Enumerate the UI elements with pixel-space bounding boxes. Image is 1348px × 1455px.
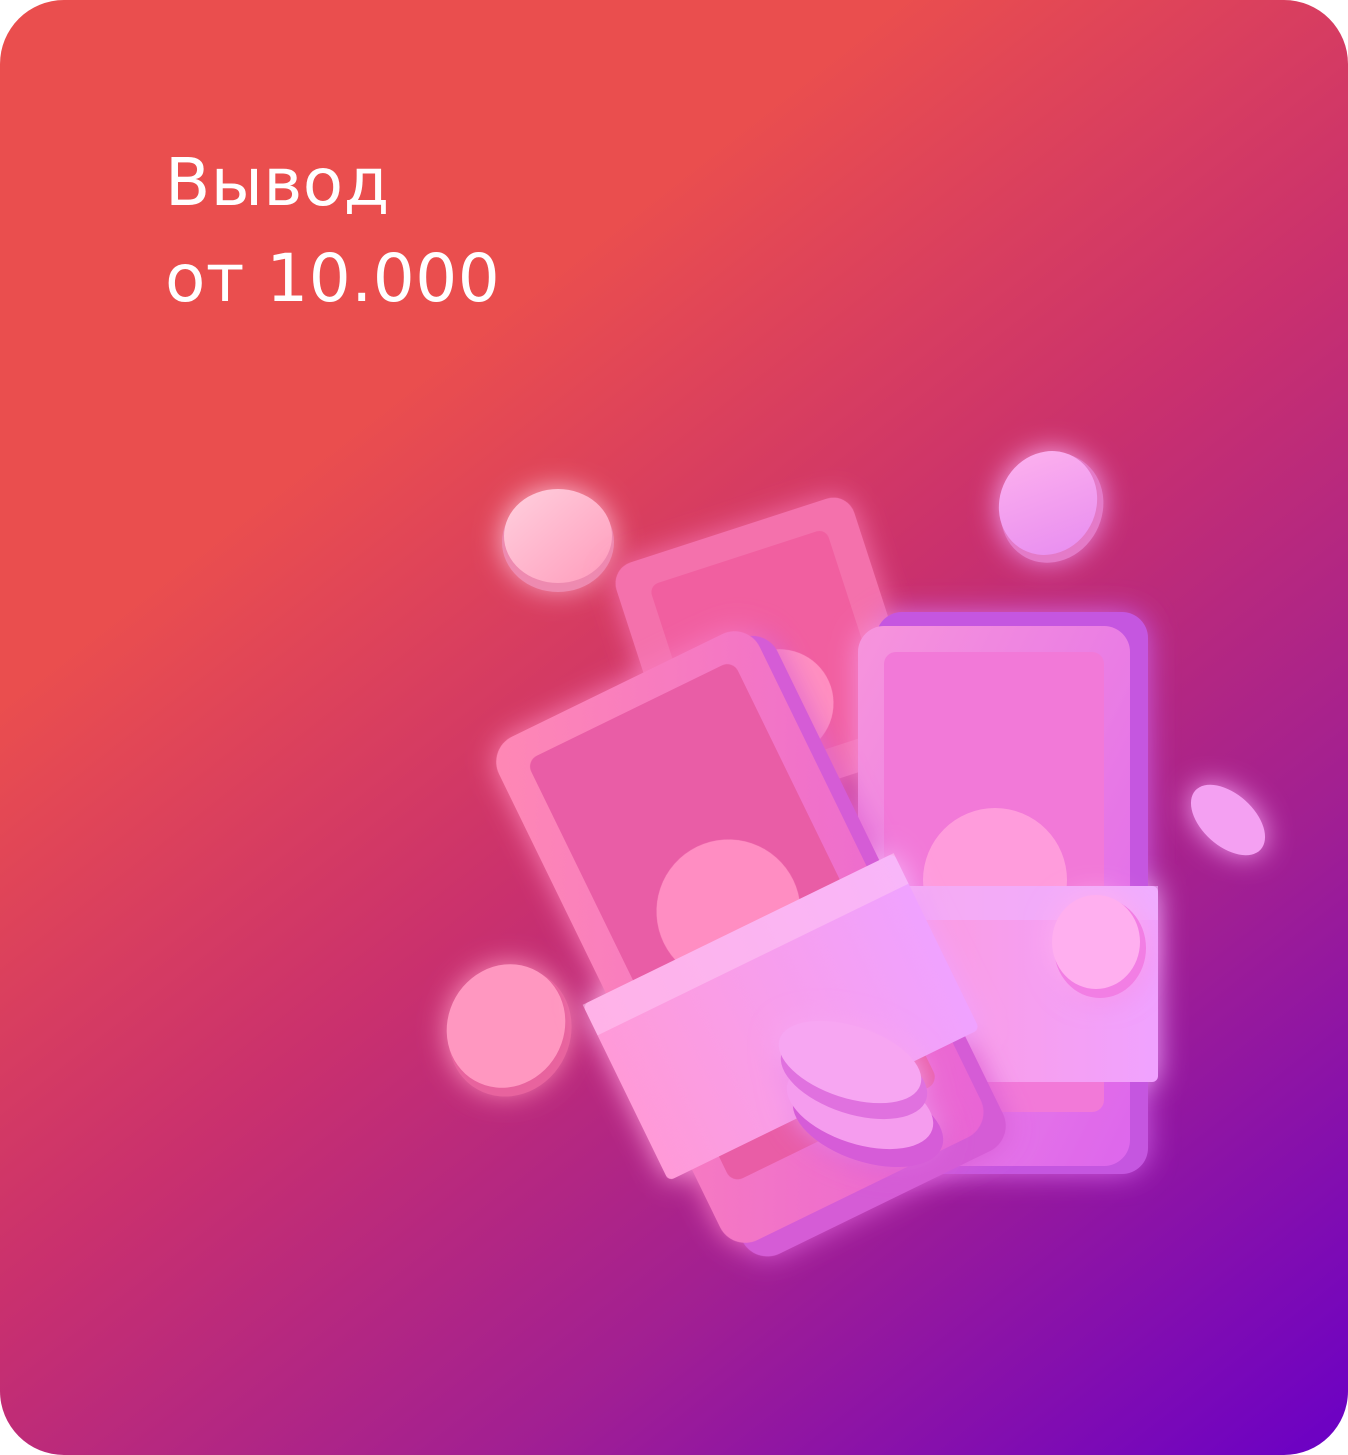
money-stacks-and-coins-icon	[446, 451, 1266, 1257]
promo-card[interactable]: Вывод от 10.000	[0, 0, 1348, 1455]
coin-left-icon	[446, 964, 572, 1097]
coin-top-left-icon	[502, 489, 614, 592]
coin-right-small-icon	[1190, 784, 1266, 856]
coin-top-right-icon	[998, 451, 1104, 563]
